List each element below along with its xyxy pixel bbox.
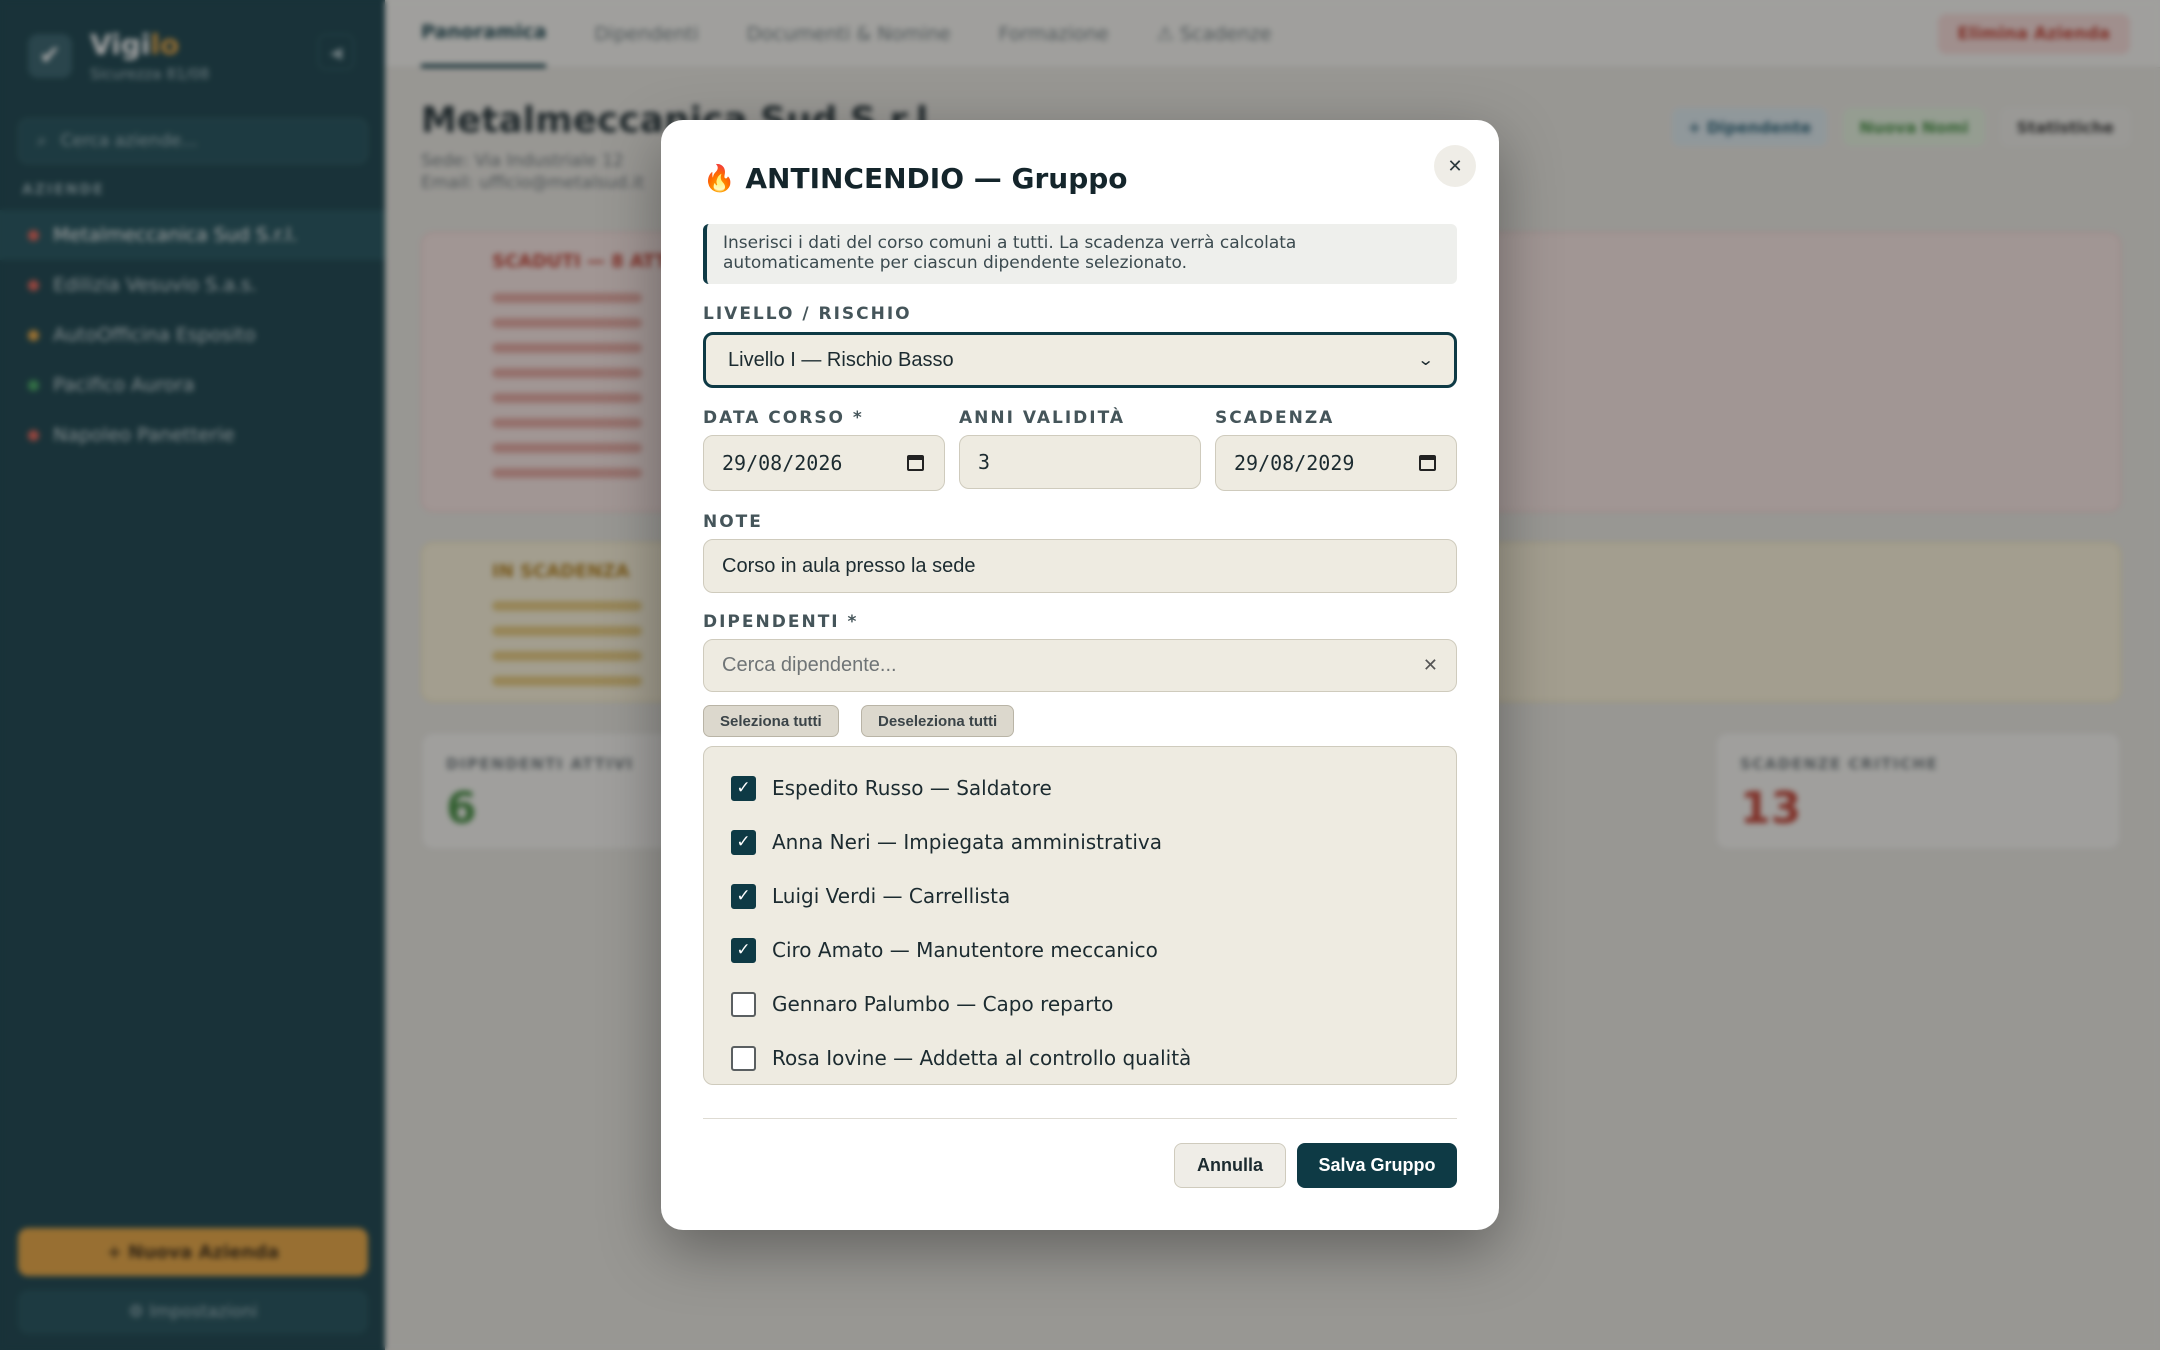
employee-row[interactable]: ✓ Espedito Russo — Saldatore <box>704 761 1456 815</box>
employee-checkbox[interactable]: ✓ <box>731 829 756 855</box>
data-corso-label: DATA CORSO * <box>703 408 864 428</box>
employee-row[interactable]: ✓ Anna Neri — Impiegata amministrativa <box>704 815 1456 869</box>
close-modal-button[interactable]: ✕ <box>1434 145 1476 187</box>
modal-divider <box>703 1118 1457 1119</box>
dipendenti-label: DIPENDENTI * <box>703 612 859 632</box>
employee-search-input[interactable]: Cerca dipendente... ✕ <box>703 639 1457 692</box>
scadenza-label: SCADENZA <box>1215 408 1335 428</box>
employee-row[interactable]: Rosa Iovine — Addetta al controllo quali… <box>704 1031 1456 1085</box>
employee-checkbox[interactable] <box>731 991 756 1017</box>
cancel-button[interactable]: Annulla <box>1174 1143 1286 1188</box>
employee-checkbox[interactable] <box>731 1045 756 1071</box>
anni-validita-label: ANNI VALIDITÀ <box>959 408 1126 428</box>
group-training-modal: 🔥 ANTINCENDIO — Gruppo ✕ Inserisci i dat… <box>661 120 1499 1230</box>
employee-list: ✓ Espedito Russo — Saldatore ✓ Anna Neri —… <box>703 746 1457 1085</box>
modal-title: 🔥 ANTINCENDIO — Gruppo <box>703 162 1128 195</box>
livello-select[interactable]: Livello I — Rischio Basso ⌄ <box>703 332 1457 388</box>
fire-icon: 🔥 <box>703 163 736 194</box>
close-icon: ✕ <box>1447 155 1463 177</box>
employee-checkbox[interactable]: ✓ <box>731 883 756 909</box>
data-corso-input[interactable]: 29/08/2026 <box>703 435 945 491</box>
employee-row[interactable]: Gennaro Palumbo — Capo reparto <box>704 977 1456 1031</box>
employee-row[interactable]: ✓ Luigi Verdi — Carrellista <box>704 869 1456 923</box>
info-box: Inserisci i dati del corso comuni a tutt… <box>703 224 1457 284</box>
calendar-icon[interactable] <box>1419 455 1436 471</box>
scadenza-input[interactable]: 29/08/2029 <box>1215 435 1457 491</box>
chevron-down-icon: ⌄ <box>1416 352 1435 369</box>
livello-label: LIVELLO / RISCHIO <box>703 304 912 324</box>
clear-search-icon[interactable]: ✕ <box>1423 655 1438 676</box>
calendar-icon[interactable] <box>907 455 924 471</box>
deselect-all-button[interactable]: Deseleziona tutti <box>861 705 1015 737</box>
select-all-button[interactable]: Seleziona tutti <box>703 705 839 737</box>
employee-checkbox[interactable]: ✓ <box>731 937 756 963</box>
livello-selected-value: Livello I — Rischio Basso <box>728 348 954 371</box>
anni-validita-input[interactable]: 3 <box>959 435 1201 489</box>
employee-checkbox[interactable]: ✓ <box>731 775 756 801</box>
note-label: NOTE <box>703 512 763 532</box>
save-group-button[interactable]: Salva Gruppo <box>1297 1143 1457 1188</box>
employee-row[interactable]: ✓ Ciro Amato — Manutentore meccanico <box>704 923 1456 977</box>
note-input[interactable]: Corso in aula presso la sede <box>703 539 1457 593</box>
